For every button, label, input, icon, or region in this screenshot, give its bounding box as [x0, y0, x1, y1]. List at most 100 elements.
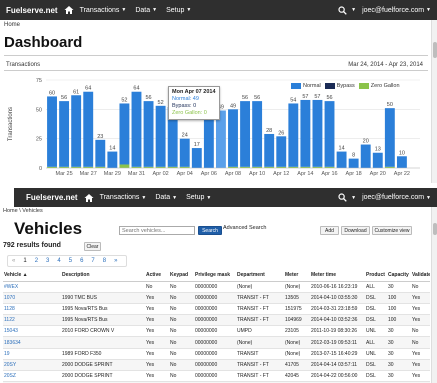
data-label: 28: [266, 128, 272, 134]
home-icon[interactable]: [64, 5, 74, 15]
table-cell[interactable]: 15043: [3, 325, 61, 338]
scrollbar-thumb[interactable]: [433, 223, 437, 235]
bar-normal: [360, 144, 371, 168]
clear-button[interactable]: Clear: [84, 242, 101, 251]
table-cell[interactable]: 20SY: [3, 359, 61, 372]
breadcrumb[interactable]: Home \ Vehicles: [3, 208, 43, 214]
chevron-down-icon[interactable]: ▼: [426, 195, 431, 201]
page-link[interactable]: 8: [99, 258, 110, 264]
table-row[interactable]: 1070 1990 TMC BUS Yes No 00000000 TRANSIT - F…: [3, 292, 430, 304]
legend-item-normal[interactable]: Normal: [291, 83, 321, 89]
tooltip-title: Mon Apr 07 2014: [172, 89, 216, 95]
breadcrumb[interactable]: Home: [4, 22, 20, 28]
column-header[interactable]: Active: [145, 269, 169, 282]
data-label: 23: [97, 134, 103, 140]
menu-label: Setup: [186, 194, 205, 201]
search-icon[interactable]: [338, 193, 347, 202]
table-cell: 13505: [284, 292, 310, 304]
menu-setup[interactable]: Setup ▼: [166, 7, 191, 14]
user-menu[interactable]: joec@fuelforce.com: [362, 7, 424, 14]
brand-logo[interactable]: Fuelserve.net: [6, 6, 58, 15]
column-header[interactable]: Department: [236, 269, 284, 282]
table-cell[interactable]: 1128: [3, 303, 61, 316]
legend-item-bypass[interactable]: Bypass: [324, 83, 355, 89]
add-button[interactable]: Add: [320, 226, 339, 235]
search-button[interactable]: Search: [198, 226, 222, 235]
menu-setup[interactable]: Setup ▼: [186, 194, 211, 201]
bar-normal: [324, 101, 335, 167]
chevron-down-icon: ▼: [172, 194, 178, 201]
table-cell[interactable]: #WEX: [3, 281, 61, 293]
column-header[interactable]: Description: [61, 269, 145, 282]
table-cell[interactable]: 20SZ: [3, 370, 61, 383]
table-cell[interactable]: 1122: [3, 314, 61, 327]
legend-item-zero-gallon[interactable]: Zero Gallon: [358, 83, 400, 89]
page-link[interactable]: 4: [53, 258, 64, 264]
pagination-next[interactable]: »: [110, 258, 121, 264]
bar-normal: [252, 101, 263, 167]
table-row[interactable]: 15043 2010 FORD CROWN V Yes No 00000000 UMPD 2…: [3, 325, 430, 338]
table-row[interactable]: 20SZ 2000 DODGE SPRINT Yes No 00000000 TRANSI…: [3, 370, 430, 383]
table-row[interactable]: 1122 1995 Nova/RTS Bus Yes No 00000000 TRANSI…: [3, 314, 430, 327]
advanced-search-link[interactable]: Advanced Search: [223, 225, 266, 231]
scrollbar-thumb[interactable]: [433, 42, 437, 58]
search-input[interactable]: [119, 226, 195, 235]
page-link[interactable]: 6: [76, 258, 87, 264]
table-cell: 100: [387, 303, 411, 316]
table-cell[interactable]: 19: [3, 348, 61, 360]
column-header[interactable]: Privilege mask: [194, 269, 236, 282]
table-cell: 00000000: [194, 303, 236, 316]
table-row[interactable]: 19 1989 FORD F350 Yes No 00000000 TRANSIT (Non…: [3, 348, 430, 360]
user-menu[interactable]: joec@fuelforce.com: [362, 194, 424, 201]
table-row[interactable]: 183634 Yes No 00000000 (None) (None) 2012-03-1…: [3, 336, 430, 349]
table-cell: 00000000: [194, 314, 236, 327]
table-cell: No: [411, 281, 430, 293]
menu-label: Data: [135, 6, 151, 14]
table-cell: No: [169, 292, 194, 304]
page-link[interactable]: 2: [31, 258, 42, 264]
column-header[interactable]: Vehicle ▲: [3, 269, 61, 282]
page-link[interactable]: 5: [65, 258, 76, 264]
data-label: 54: [290, 97, 296, 103]
chevron-down-icon[interactable]: ▼: [426, 7, 431, 13]
brand-logo[interactable]: Fuelserve.net: [26, 193, 78, 202]
table-cell: 2010-06-16 16:23:19: [310, 281, 365, 293]
bar-normal: [276, 136, 287, 167]
vertical-scrollbar[interactable]: [431, 207, 437, 383]
table-cell: TRANSIT - FT: [236, 370, 284, 383]
table-cell: No: [145, 281, 169, 293]
date-range-picker[interactable]: Mar 24, 2014 - Apr 23, 2014: [348, 62, 423, 68]
download-button[interactable]: Download: [341, 226, 370, 235]
table-row[interactable]: 1128 1995 Nova/RTS Bus Yes No 00000000 TRANSI…: [3, 303, 430, 316]
chevron-down-icon[interactable]: ▼: [351, 7, 356, 13]
page-link[interactable]: 1: [19, 258, 30, 264]
bar-normal: [83, 91, 94, 167]
data-label: 56: [326, 95, 332, 101]
table-cell: 00000000: [194, 281, 236, 293]
column-header[interactable]: Keypad: [169, 269, 194, 282]
x-tick-label: Mar 31: [128, 171, 145, 177]
column-header[interactable]: Meter time: [310, 269, 365, 282]
pagination-prev[interactable]: «: [8, 258, 19, 264]
menu-transactions[interactable]: Transactions ▼: [80, 7, 127, 14]
search-icon[interactable]: [338, 5, 347, 15]
column-header[interactable]: Meter: [284, 269, 310, 282]
vertical-scrollbar[interactable]: [431, 20, 437, 183]
column-header[interactable]: Product: [365, 269, 387, 282]
bar-normal: [107, 151, 118, 168]
column-header[interactable]: Validate: [411, 269, 430, 282]
table-cell[interactable]: 183634: [3, 336, 61, 349]
menu-data[interactable]: Data ▼: [135, 7, 157, 14]
page-link[interactable]: 3: [42, 258, 53, 264]
home-icon[interactable]: [84, 193, 94, 203]
table-row[interactable]: #WEX No No 00000000 (None) (None) 2010-06-16 1…: [3, 281, 430, 293]
menu-data[interactable]: Data ▼: [155, 194, 177, 201]
menu-transactions[interactable]: Transactions ▼: [100, 194, 147, 201]
customize-view-button[interactable]: Customize view: [372, 226, 412, 235]
column-header[interactable]: Capacity: [387, 269, 411, 282]
table-cell[interactable]: 1070: [3, 292, 61, 304]
table-row[interactable]: 20SY 2000 DODGE SPRINT Yes No 00000000 TRANSI…: [3, 359, 430, 372]
page-link[interactable]: 7: [87, 258, 98, 264]
chevron-down-icon[interactable]: ▼: [351, 195, 356, 201]
legend-label: Normal: [303, 83, 321, 89]
